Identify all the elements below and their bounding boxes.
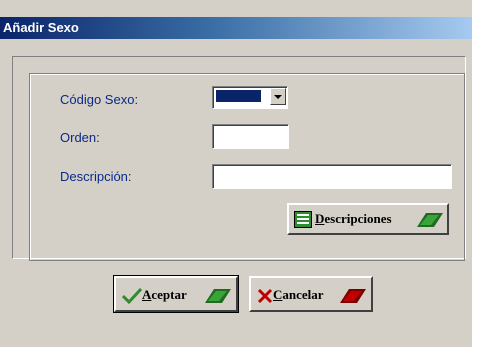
combo-selection bbox=[215, 89, 262, 103]
aceptar-button[interactable]: Aceptar bbox=[113, 275, 239, 313]
green-pencil-icon bbox=[205, 289, 231, 303]
cancelar-label: Cancelar bbox=[273, 287, 324, 302]
chevron-down-icon bbox=[274, 95, 282, 99]
orden-field[interactable] bbox=[212, 124, 289, 149]
descripciones-label: Descripciones bbox=[315, 211, 392, 226]
red-pencil-icon bbox=[340, 289, 366, 303]
codigo-sexo-label: Código Sexo: bbox=[60, 92, 139, 107]
checkmark-icon bbox=[122, 288, 142, 304]
title-bar[interactable]: Añadir Sexo bbox=[0, 17, 472, 39]
codigo-sexo-combo[interactable] bbox=[212, 86, 288, 109]
list-icon bbox=[294, 211, 312, 228]
window-title: Añadir Sexo bbox=[3, 20, 79, 35]
descripcion-label: Descripción: bbox=[60, 169, 132, 184]
descripcion-field[interactable] bbox=[212, 164, 452, 189]
descripciones-button[interactable]: Descripciones bbox=[287, 203, 449, 235]
green-pencil-icon bbox=[417, 213, 443, 227]
cancelar-button[interactable]: Cancelar bbox=[249, 276, 373, 312]
red-x-icon bbox=[257, 288, 273, 304]
combo-dropdown-button[interactable] bbox=[270, 88, 286, 105]
dialog-window: Añadir Sexo Código Sexo: Orden: Descripc… bbox=[0, 0, 472, 347]
orden-label: Orden: bbox=[60, 130, 100, 145]
aceptar-label: Aceptar bbox=[142, 287, 187, 302]
